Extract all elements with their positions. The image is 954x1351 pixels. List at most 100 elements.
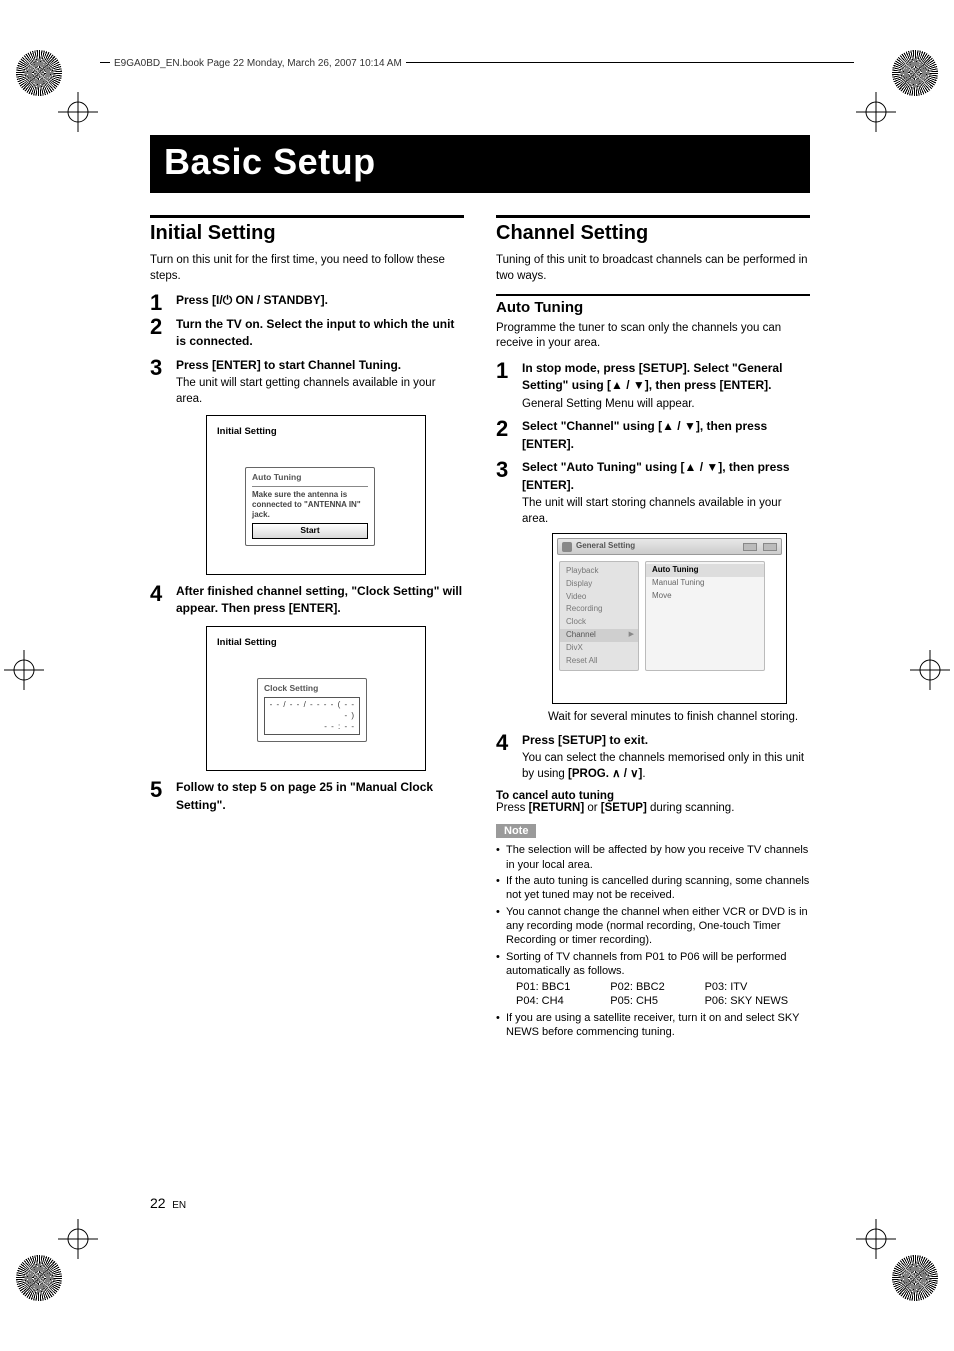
crop-mark-icon: [856, 92, 896, 132]
section-rule: [150, 215, 464, 218]
step-text: ON / STANDBY].: [232, 293, 328, 307]
crop-mark-icon: [58, 1219, 98, 1259]
osd-window-title: Initial Setting: [217, 426, 415, 439]
titlebar-chip-icon: [743, 543, 757, 551]
crop-mark-icon: [910, 650, 950, 690]
table-cell: P01: BBC1: [516, 980, 592, 994]
text: or: [584, 802, 601, 814]
osd-menu-item: Playback: [560, 565, 638, 578]
registration-sunburst: [892, 1255, 938, 1301]
note-item: The selection will be affected by how yo…: [496, 843, 810, 872]
osd-menu-item: Video: [560, 591, 638, 604]
intro-text: Tuning of this unit to broadcast channel…: [496, 253, 810, 284]
section-heading-channel-setting: Channel Setting: [496, 222, 810, 245]
osd-panel: Auto Tuning Make sure the antenna is con…: [245, 467, 375, 546]
step-number: 3: [150, 353, 162, 383]
osd-start-button: Start: [252, 523, 368, 538]
notes-list: The selection will be affected by how yo…: [496, 843, 810, 1039]
osd-menu-list: Playback Display Video Recording Clock C…: [559, 561, 639, 671]
osd-title-text: General Setting: [576, 541, 635, 552]
osd-menu-item: Recording: [560, 603, 638, 616]
text: during scanning.: [647, 802, 735, 814]
note-item: You cannot change the channel when eithe…: [496, 905, 810, 948]
table-cell: P05: CH5: [610, 994, 686, 1008]
titlebar-chip-icon: [763, 543, 777, 551]
step-4: 4 Press [SETUP] to exit. You can select …: [496, 732, 810, 783]
table-cell: P04: CH4: [516, 994, 592, 1008]
section-heading-initial-setting: Initial Setting: [150, 222, 464, 245]
osd-clock-date: - - / - - / - - - - ( - - - ): [269, 700, 355, 722]
step-text: You can select the channels memorised on…: [522, 752, 804, 780]
text: Press: [496, 802, 529, 814]
step-text: .: [642, 768, 645, 780]
osd-option: Move: [646, 590, 764, 603]
step-5: 5 Follow to step 5 on page 25 in "Manual…: [150, 779, 464, 814]
osd-menu-item: Clock: [560, 616, 638, 629]
text-bold: [SETUP]: [601, 802, 647, 814]
registration-sunburst: [16, 50, 62, 96]
note-item: Sorting of TV channels from P01 to P06 w…: [496, 950, 810, 1009]
wrench-icon: [562, 542, 572, 552]
cancel-heading: To cancel auto tuning: [496, 790, 810, 802]
wait-note: Wait for several minutes to finish chann…: [548, 710, 810, 726]
section-rule: [496, 215, 810, 218]
crop-mark-icon: [58, 92, 98, 132]
table-cell: P06: SKY NEWS: [705, 994, 810, 1008]
step-head: Press [SETUP] to exit.: [522, 733, 648, 747]
registration-sunburst: [16, 1255, 62, 1301]
table-cell: P03: ITV: [705, 980, 810, 994]
table-cell: P02: BBC2: [610, 980, 686, 994]
page-number-value: 22: [150, 1195, 166, 1211]
note-text: Sorting of TV channels from P01 to P06 w…: [506, 951, 786, 977]
step-text-bold: [PROG. ∧ / ∨]: [568, 768, 642, 780]
osd-message: Make sure the antenna is connected to "A…: [252, 490, 368, 519]
osd-option-highlighted: Auto Tuning: [646, 564, 764, 577]
osd-text: connected to "ANTENNA IN" jack.: [252, 500, 361, 519]
registration-sunburst: [892, 50, 938, 96]
power-icon: I/⏻: [216, 293, 232, 307]
step-head: Press [I/⏻ ON / STANDBY].: [176, 293, 328, 307]
subsection-heading-auto-tuning: Auto Tuning: [496, 299, 810, 316]
text-bold: [RETURN]: [529, 802, 585, 814]
step-head: In stop mode, press [SETUP]. Select "Gen…: [522, 361, 782, 393]
osd-menu-item: Reset All: [560, 655, 638, 668]
step-1: 1 Press [I/⏻ ON / STANDBY].: [150, 292, 464, 310]
step-body: The unit will start storing channels ava…: [522, 496, 810, 527]
step-4: 4 After finished channel setting, "Clock…: [150, 583, 464, 772]
page-number: 22 EN: [150, 1195, 186, 1211]
cancel-body: Press [RETURN] or [SETUP] during scannin…: [496, 802, 810, 814]
step-head: Follow to step 5 on page 25 in "Manual C…: [176, 780, 433, 812]
step-number: 5: [150, 775, 162, 805]
osd-option: Manual Tuning: [646, 577, 764, 590]
left-column: Initial Setting Turn on this unit for th…: [150, 215, 464, 1041]
step-number: 2: [150, 312, 162, 342]
document-header-tag: E9GA0BD_EN.book Page 22 Monday, March 26…: [110, 58, 406, 69]
osd-general-setting: General Setting Playback Display Video R…: [552, 533, 787, 704]
page-title: Basic Setup: [150, 135, 810, 193]
subsection-intro: Programme the tuner to scan only the cha…: [496, 321, 810, 352]
page-body: Basic Setup Initial Setting Turn on this…: [150, 135, 810, 1041]
osd-window-title: Initial Setting: [217, 637, 415, 650]
osd-panel: Clock Setting - - / - - / - - - - ( - - …: [257, 678, 367, 743]
osd-initial-setting-clock: Initial Setting Clock Setting - - / - - …: [206, 626, 426, 772]
step-1: 1 In stop mode, press [SETUP]. Select "G…: [496, 360, 810, 413]
step-body: You can select the channels memorised on…: [522, 751, 810, 782]
page-lang: EN: [172, 1200, 186, 1211]
subsection-rule: [496, 294, 810, 296]
osd-clock-value: - - / - - / - - - - ( - - - ) - - : - -: [264, 697, 360, 735]
step-number: 3: [496, 455, 508, 485]
osd-panel-title: Clock Setting: [264, 683, 360, 694]
step-body: General Setting Menu will appear.: [522, 397, 810, 413]
osd-clock-time: - - : - -: [269, 722, 355, 733]
osd-menu-item-selected: Channel: [560, 629, 638, 642]
step-2: 2 Select "Channel" using [▲ / ▼], then p…: [496, 418, 810, 453]
step-number: 2: [496, 414, 508, 444]
step-head: Press [ENTER] to start Channel Tuning.: [176, 358, 401, 372]
step-head: After finished channel setting, "Clock S…: [176, 584, 462, 616]
osd-initial-setting-tuning: Initial Setting Auto Tuning Make sure th…: [206, 415, 426, 575]
step-body: The unit will start getting channels ava…: [176, 376, 464, 407]
osd-menu-item: DivX: [560, 642, 638, 655]
right-column: Channel Setting Tuning of this unit to b…: [496, 215, 810, 1041]
osd-text: Make sure the antenna is: [252, 490, 347, 499]
osd-options-list: Auto Tuning Manual Tuning Move: [645, 561, 765, 671]
